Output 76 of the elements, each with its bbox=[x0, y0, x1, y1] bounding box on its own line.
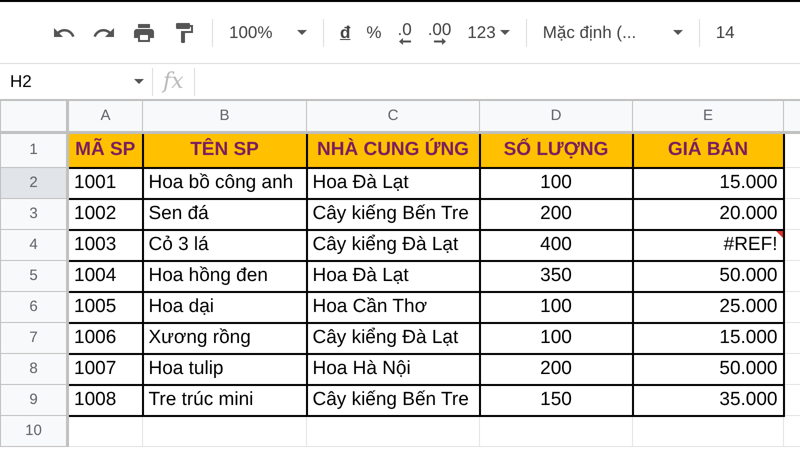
font-dropdown[interactable]: Mặc định (... bbox=[542, 20, 683, 46]
right-arrow-icon bbox=[434, 38, 446, 44]
table-cell: 25.000 bbox=[632, 292, 784, 322]
table-cell: Hoa tulip bbox=[142, 354, 306, 384]
row-header[interactable]: 7 bbox=[0, 322, 68, 354]
decrease-decimals-button[interactable]: .0 bbox=[398, 20, 412, 44]
table-cell: Cây kiểng Đà Lạt bbox=[306, 322, 480, 354]
table-cell: 1005 bbox=[68, 292, 142, 322]
table-cell: 1004 bbox=[68, 260, 142, 292]
table-cell: 1007 bbox=[68, 354, 142, 384]
increase-decimals-button[interactable]: .00 bbox=[428, 20, 452, 44]
caret-icon bbox=[297, 30, 307, 35]
table-cell: 50.000 bbox=[632, 260, 784, 292]
header-cell: SỐ LƯỢNG bbox=[480, 132, 632, 168]
column-header[interactable]: A bbox=[68, 100, 142, 132]
row-header[interactable]: 9 bbox=[0, 384, 68, 416]
column-header[interactable]: E bbox=[632, 100, 784, 132]
table-cell: 1001 bbox=[68, 168, 142, 198]
currency-format-button[interactable]: đ bbox=[340, 20, 350, 46]
table-cell: Hoa Đà Lạt bbox=[306, 260, 480, 292]
table-cell: Cỏ 3 lá bbox=[142, 230, 306, 260]
row-header[interactable]: 5 bbox=[0, 260, 68, 292]
table-cell: Cây kiếng Bến Tre bbox=[306, 384, 480, 416]
header-cell: GIÁ BÁN bbox=[632, 132, 784, 168]
table-cell: 1008 bbox=[68, 384, 142, 416]
table-cell: 200 bbox=[480, 198, 632, 230]
table-cell: 1006 bbox=[68, 322, 142, 354]
table-cell: Hoa hồng đen bbox=[142, 260, 306, 292]
table-cell: 15.000 bbox=[632, 168, 784, 198]
table-cell: 100 bbox=[480, 292, 632, 322]
table-cell: Tre trúc mini bbox=[142, 384, 306, 416]
header-cell: MÃ SP bbox=[68, 132, 142, 168]
number-format-dropdown[interactable]: 123 bbox=[467, 20, 510, 46]
table-cell: Hoa Đà Lạt bbox=[306, 168, 480, 198]
table-cell: Hoa Cần Thơ bbox=[306, 292, 480, 322]
table-cell: 1003 bbox=[68, 230, 142, 260]
zoom-dropdown[interactable]: 100% bbox=[229, 20, 307, 46]
table-cell: Xương rồng bbox=[142, 322, 306, 354]
row-header[interactable]: 1 bbox=[0, 132, 68, 168]
column-header[interactable]: B bbox=[142, 100, 306, 132]
table-cell: Cây kiếng Bến Tre bbox=[306, 198, 480, 230]
table-cell: 100 bbox=[480, 168, 632, 198]
left-arrow-icon bbox=[398, 38, 411, 44]
header-cell: TÊN SP bbox=[142, 132, 306, 168]
table-cell: 350 bbox=[480, 260, 632, 292]
row-header[interactable]: 2 bbox=[0, 168, 68, 198]
table-cell: Cây kiểng Đà Lạt bbox=[306, 230, 480, 260]
table-cell: 100 bbox=[480, 322, 632, 354]
table-cell: Hoa dại bbox=[142, 292, 306, 322]
table-cell: 1002 bbox=[68, 198, 142, 230]
caret-icon bbox=[134, 79, 144, 84]
table-cell: Hoa Hà Nội bbox=[306, 354, 480, 384]
header-cell: NHÀ CUNG ỨNG bbox=[306, 132, 480, 168]
table-cell: 200 bbox=[480, 354, 632, 384]
row-header[interactable]: 4 bbox=[0, 230, 68, 260]
table-cell: 20.000 bbox=[632, 198, 784, 230]
table-cell: 15.000 bbox=[632, 322, 784, 354]
caret-icon bbox=[500, 30, 510, 35]
table-cell: Sen đá bbox=[142, 198, 306, 230]
percent-format-button[interactable]: % bbox=[366, 20, 382, 46]
caret-icon bbox=[672, 30, 683, 35]
row-header[interactable]: 8 bbox=[0, 354, 68, 384]
table-cell: #REF! bbox=[632, 230, 784, 260]
row-header[interactable]: 10 bbox=[0, 416, 68, 446]
table-cell: 35.000 bbox=[632, 384, 784, 416]
row-header[interactable]: 3 bbox=[0, 198, 68, 230]
column-header[interactable]: D bbox=[480, 100, 632, 132]
name-box[interactable]: H2 bbox=[0, 64, 152, 99]
table-cell: 150 bbox=[480, 384, 632, 416]
table-cell: 50.000 bbox=[632, 354, 784, 384]
column-header[interactable]: C bbox=[306, 100, 480, 132]
fx-label: fx bbox=[160, 68, 185, 96]
table-cell: 400 bbox=[480, 230, 632, 260]
font-size-field[interactable]: 14 bbox=[716, 20, 735, 46]
row-header[interactable]: 6 bbox=[0, 292, 68, 322]
table-cell: Hoa bồ công anh bbox=[142, 168, 306, 198]
